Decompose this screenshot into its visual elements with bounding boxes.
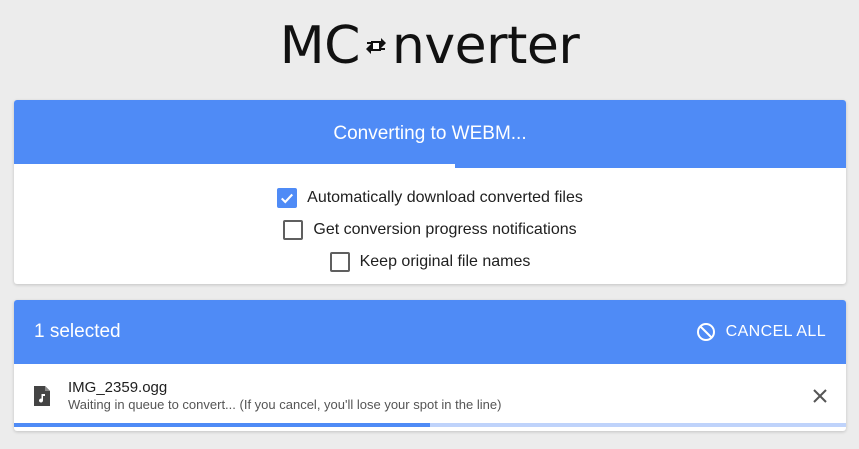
file-info: IMG_2359.ogg Waiting in queue to convert… [68,379,501,413]
auto-download-label: Automatically download converted files [307,189,583,206]
queue-header: 1 selected CANCEL ALL [14,300,846,364]
option-auto-download[interactable]: Automatically download converted files [14,182,846,214]
progress-notifications-label: Get conversion progress notifications [313,221,577,238]
conversion-progress-fill [14,164,455,168]
close-icon [813,389,827,403]
cancel-all-label: CANCEL ALL [725,323,826,340]
options-list: Automatically download converted files G… [14,168,846,278]
logo-text-suffix: nverter [391,16,580,76]
file-row: IMG_2359.ogg Waiting in queue to convert… [14,364,846,427]
selected-count: 1 selected [34,321,121,342]
queue-card: 1 selected CANCEL ALL IMG_2359.ogg Waiti… [14,300,846,431]
file-name: IMG_2359.ogg [68,378,168,396]
file-status: Waiting in queue to convert... (If you c… [68,396,502,412]
convert-arrows-icon [361,31,391,61]
auto-download-checkbox[interactable] [277,188,298,208]
file-progress-bar [14,423,846,427]
keep-file-names-label: Keep original file names [359,253,531,270]
logo-text-prefix: MC [279,16,361,76]
option-progress-notifications[interactable]: Get conversion progress notifications [14,214,846,246]
checkmark-icon [281,193,294,204]
progress-notifications-checkbox[interactable] [283,220,304,240]
audio-file-icon [32,384,52,408]
app-logo: MC nverter [0,14,859,78]
conversion-card: Converting to WEBM... Automatically down… [14,100,846,284]
file-progress-fill [14,423,430,427]
conversion-header: Converting to WEBM... [14,100,846,168]
cancel-all-button[interactable]: CANCEL ALL [696,322,826,342]
remove-file-button[interactable] [812,388,828,404]
option-keep-file-names[interactable]: Keep original file names [14,246,846,278]
conversion-progress-bar [14,164,846,168]
conversion-status: Converting to WEBM... [333,123,527,144]
ban-icon [696,322,716,342]
keep-file-names-checkbox[interactable] [329,252,350,272]
